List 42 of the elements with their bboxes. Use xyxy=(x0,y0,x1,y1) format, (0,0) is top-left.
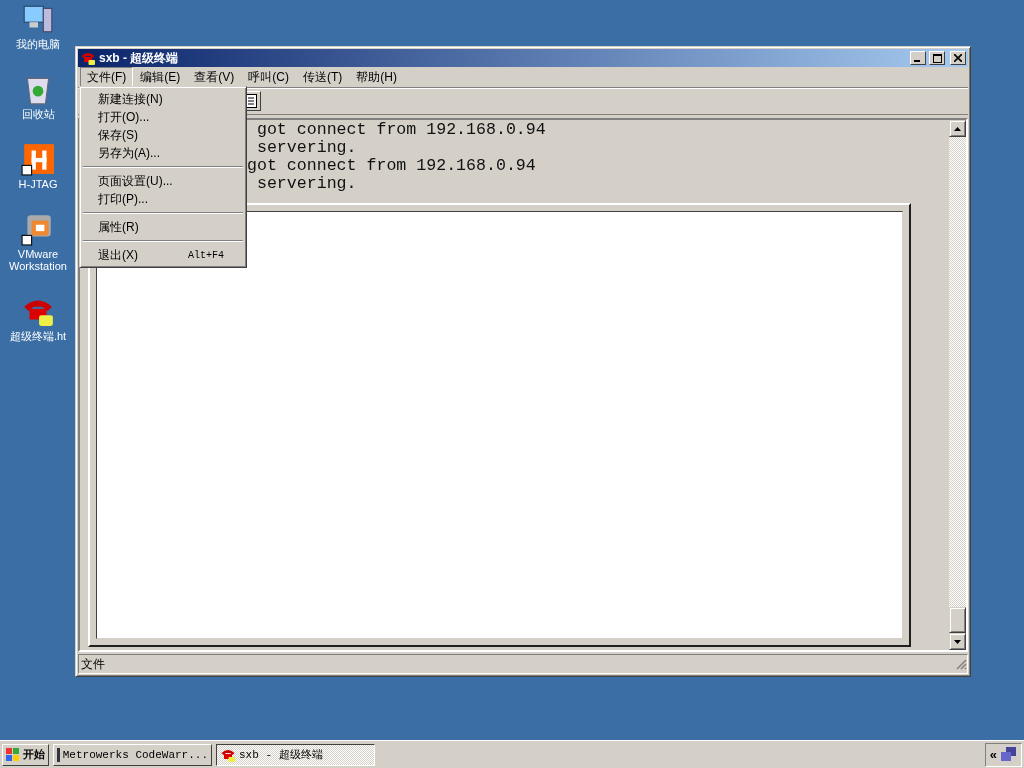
terminal-line: got connect from 192.168.0.94 xyxy=(255,121,547,139)
taskbar-button[interactable]: Metrowerks CodeWarr... xyxy=(53,743,212,766)
maximize-button[interactable] xyxy=(929,51,945,65)
menu-option[interactable]: 属性(R) xyxy=(82,218,244,236)
menu-option[interactable]: 页面设置(U)... xyxy=(82,172,244,190)
menu-option[interactable]: 退出(X) Alt+F4 xyxy=(82,246,244,264)
tray-expand-button[interactable]: « xyxy=(989,747,997,762)
start-button[interactable]: 开始 xyxy=(2,743,49,766)
maximize-icon xyxy=(932,53,942,63)
menu-item[interactable]: 传送(T) xyxy=(296,66,350,88)
h-logo-icon xyxy=(21,142,55,176)
menu-option[interactable]: 打开(O)... xyxy=(82,108,244,126)
terminal-line: got connect from 192.168.0.94 xyxy=(247,157,537,175)
menu-option[interactable]: 另存为(A)... xyxy=(82,144,244,162)
terminal-line: servering. xyxy=(255,139,358,157)
window-title: sxb - 超级终端 xyxy=(99,49,180,67)
scroll-up-button[interactable] xyxy=(949,120,966,137)
menu-item[interactable]: 呼叫(C) xyxy=(241,66,296,88)
network-icon xyxy=(1001,746,1017,763)
desktop-icon-label[interactable]: 回收站 xyxy=(3,108,73,120)
menu-option[interactable]: 打印(P)... xyxy=(82,190,244,208)
desktop-icon-label[interactable]: 超级终端.ht xyxy=(3,330,73,342)
close-icon xyxy=(954,54,962,62)
minimize-button[interactable] xyxy=(910,51,926,65)
desktop-icon-label[interactable]: VMware Workstation xyxy=(3,248,73,272)
menu-item[interactable]: 编辑(E) xyxy=(133,66,188,88)
terminal-line: servering. xyxy=(255,175,358,193)
up-triangle-icon xyxy=(954,126,961,131)
windows-logo-icon xyxy=(6,747,20,762)
menu-option[interactable]: 保存(S) xyxy=(82,126,244,144)
down-triangle-icon xyxy=(954,639,961,644)
menu-item[interactable]: 查看(V) xyxy=(187,66,242,88)
telephone-icon xyxy=(80,50,96,66)
desktop-icon-label[interactable]: H-JTAG xyxy=(3,178,73,190)
scroll-thumb[interactable] xyxy=(949,607,966,633)
menu-item[interactable]: 帮助(H) xyxy=(349,66,404,88)
desktop-icon-label[interactable]: 我的电脑 xyxy=(3,38,73,50)
close-button[interactable] xyxy=(950,51,966,65)
menu-option[interactable]: 新建连接(N) xyxy=(82,90,244,108)
status-text: 文件 xyxy=(81,655,106,673)
scroll-down-button[interactable] xyxy=(949,633,966,650)
taskbar-button[interactable]: sxb - 超级终端 xyxy=(216,743,375,766)
